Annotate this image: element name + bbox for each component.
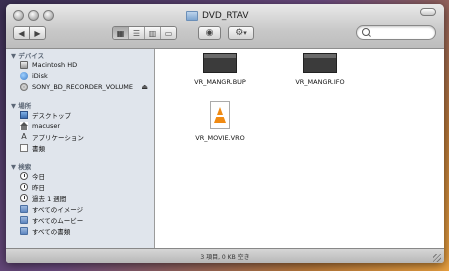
coverflow-view-button[interactable]: ▭ — [161, 27, 176, 39]
sidebar-item-label: すべてのムービー — [32, 217, 84, 225]
file-item[interactable]: VR_MANGR.IFO — [280, 53, 360, 86]
search-field[interactable] — [356, 25, 436, 40]
documents-icon — [20, 144, 28, 152]
home-icon — [20, 122, 28, 130]
file-name: VR_MOVIE.VRO — [195, 134, 245, 142]
sidebar-item-applications[interactable]: A アプリケーション — [20, 132, 84, 143]
sidebar-item-label: SONY_BD_RECORDER_VOLUME — [32, 83, 133, 91]
forward-arrow-icon: ▶ — [34, 28, 41, 38]
sidebar-section-places[interactable]: ▼ 場所 — [11, 100, 31, 110]
toolbar-toggle-button[interactable] — [420, 8, 436, 16]
resize-grip-icon[interactable] — [433, 254, 441, 262]
eye-icon: ◉ — [205, 28, 214, 38]
coverflow-icon: ▭ — [164, 28, 173, 38]
zoom-button[interactable] — [43, 10, 54, 21]
title-bar: DVD_RTAV ◀ ▶ ▦ ☰ ▥ ▭ ◉ ⚙ ▾ — [6, 4, 444, 49]
folder-icon — [20, 205, 28, 213]
sidebar-item-past-week[interactable]: 過去 1 週間 — [20, 193, 66, 203]
disk-icon — [20, 61, 28, 69]
sidebar-section-search[interactable]: ▼ 検索 — [11, 161, 31, 171]
clock-icon — [20, 194, 28, 202]
sidebar: ▼ デバイス Macintosh HD iDisk SONY_BD_RECORD… — [6, 49, 155, 248]
back-arrow-icon: ◀ — [18, 28, 25, 38]
forward-button[interactable]: ▶ — [29, 26, 46, 40]
sidebar-item-label: 今日 — [32, 173, 45, 181]
status-text: 3 項目, 0 KB 空き — [200, 254, 250, 261]
vlc-file-icon — [208, 101, 232, 129]
sidebar-item-all-documents[interactable]: すべての書類 — [20, 226, 70, 236]
sidebar-item-label: Macintosh HD — [32, 61, 78, 69]
eject-icon[interactable]: ⏏ — [141, 83, 148, 91]
sidebar-item-label: アプリケーション — [32, 134, 84, 142]
file-area: VR_MANGR.BUP VR_MANGR.IFO VR_MOVIE.VRO — [155, 49, 444, 248]
icon-view-button[interactable]: ▦ — [113, 27, 129, 39]
sidebar-item-yesterday[interactable]: 昨日 — [20, 182, 45, 192]
file-thumbnail-icon — [303, 53, 337, 73]
sidebar-item-label: macuser — [32, 122, 61, 130]
columns-icon: ▥ — [148, 28, 157, 38]
status-bar: 3 項目, 0 KB 空き — [6, 248, 444, 263]
window-title: DVD_RTAV — [186, 9, 249, 23]
back-button[interactable]: ◀ — [13, 26, 30, 40]
disc-icon — [20, 83, 28, 91]
sidebar-item-idisk[interactable]: iDisk — [20, 71, 48, 81]
gear-icon: ⚙ — [235, 28, 244, 38]
sidebar-item-sony-bd[interactable]: SONY_BD_RECORDER_VOLUME ⏏ — [20, 82, 152, 92]
applications-icon: A — [21, 132, 27, 141]
clock-icon — [20, 172, 28, 180]
search-icon — [362, 28, 370, 36]
list-icon: ☰ — [132, 28, 141, 38]
action-menu-button[interactable]: ⚙ ▾ — [228, 26, 254, 40]
sidebar-item-documents[interactable]: 書類 — [20, 143, 45, 153]
idisk-icon — [20, 72, 28, 80]
chevron-down-icon: ▾ — [243, 29, 247, 37]
sidebar-item-all-movies[interactable]: すべてのムービー — [20, 215, 83, 225]
folder-icon — [186, 11, 198, 21]
file-item[interactable]: VR_MOVIE.VRO — [180, 101, 260, 142]
clock-icon — [20, 183, 28, 191]
sidebar-item-label: 過去 1 週間 — [32, 195, 67, 203]
minimize-button[interactable] — [28, 10, 39, 21]
sidebar-item-label: iDisk — [32, 72, 48, 80]
close-button[interactable] — [13, 10, 24, 21]
grid-icon: ▦ — [116, 28, 125, 38]
quicklook-button[interactable]: ◉ — [198, 26, 221, 40]
sidebar-section-devices[interactable]: ▼ デバイス — [11, 50, 44, 60]
sidebar-item-all-images[interactable]: すべてのイメージ — [20, 204, 83, 214]
folder-icon — [20, 216, 28, 224]
finder-window: DVD_RTAV ◀ ▶ ▦ ☰ ▥ ▭ ◉ ⚙ ▾ ▼ デバイス Macint… — [6, 4, 444, 263]
sidebar-item-label: 昨日 — [32, 184, 45, 192]
sidebar-item-macintosh-hd[interactable]: Macintosh HD — [20, 60, 77, 70]
view-mode-selector: ▦ ☰ ▥ ▭ — [112, 26, 177, 40]
desktop-icon — [20, 111, 28, 119]
sidebar-item-desktop[interactable]: デスクトップ — [20, 110, 71, 120]
sidebar-item-label: すべての書類 — [32, 228, 71, 236]
sidebar-item-label: 書類 — [32, 145, 45, 153]
file-item[interactable]: VR_MANGR.BUP — [180, 53, 260, 86]
file-name: VR_MANGR.BUP — [194, 78, 246, 86]
column-view-button[interactable]: ▥ — [145, 27, 161, 39]
list-view-button[interactable]: ☰ — [129, 27, 145, 39]
file-thumbnail-icon — [203, 53, 237, 73]
file-name: VR_MANGR.IFO — [295, 78, 345, 86]
sidebar-item-macuser[interactable]: macuser — [20, 121, 60, 131]
window-title-text: DVD_RTAV — [202, 11, 249, 21]
sidebar-item-today[interactable]: 今日 — [20, 171, 45, 181]
sidebar-item-label: デスクトップ — [32, 112, 71, 120]
folder-icon — [20, 227, 28, 235]
sidebar-item-label: すべてのイメージ — [32, 206, 84, 214]
